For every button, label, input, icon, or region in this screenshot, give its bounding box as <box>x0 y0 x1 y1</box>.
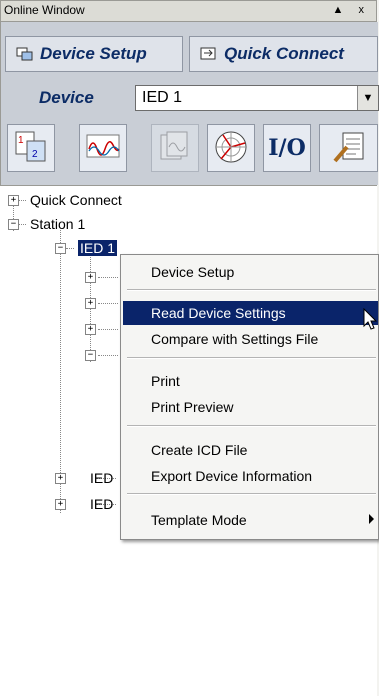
menu-item-device-setup[interactable]: Device Setup <box>123 260 378 284</box>
tree-connector <box>98 277 118 278</box>
collapse-toggle-station[interactable]: − <box>8 219 19 230</box>
window-controls[interactable]: ▲ x <box>333 4 370 16</box>
menu-item-print[interactable]: Print <box>123 369 378 393</box>
device-setup-icon <box>16 46 34 62</box>
svg-text:1: 1 <box>18 135 24 146</box>
svg-text:2: 2 <box>32 149 38 160</box>
chevron-down-icon[interactable]: ▼ <box>357 86 378 110</box>
quick-connect-label: Quick Connect <box>224 44 344 63</box>
quick-connect-button[interactable]: Quick Connect <box>189 36 378 72</box>
menu-item-label: Compare with Settings File <box>151 331 319 347</box>
tree-item-quick-connect[interactable]: Quick Connect <box>30 192 122 208</box>
toolbar-panel: Device Setup Quick Connect Device IED 1 … <box>0 22 379 185</box>
submenu-arrow-icon <box>369 514 374 524</box>
menu-separator <box>127 289 376 291</box>
settings-compare-icon: 12 <box>13 129 49 168</box>
menu-separator <box>127 493 376 495</box>
device-setup-button[interactable]: Device Setup <box>5 36 183 72</box>
window-titlebar: Online Window ▲ x <box>0 0 377 22</box>
document-button[interactable] <box>319 124 378 172</box>
device-label: Device <box>39 88 94 107</box>
expand-toggle-ied-b[interactable]: + <box>55 499 66 510</box>
device-row: Device IED 1 ▼ <box>1 82 379 116</box>
waveform-button[interactable] <box>79 124 127 172</box>
menu-item-label: Print Preview <box>151 399 234 415</box>
menu-item-export-device-information[interactable]: Export Device Information <box>123 464 378 488</box>
menu-item-read-device-settings[interactable]: Read Device Settings <box>123 301 378 325</box>
menu-item-label: Template Mode <box>151 512 247 528</box>
expand-toggle-child[interactable]: + <box>85 272 96 283</box>
device-setup-label: Device Setup <box>40 44 147 63</box>
tree-connector <box>98 329 118 330</box>
tree-connector <box>98 355 118 356</box>
tree-connector <box>98 303 118 304</box>
device-select-value: IED 1 <box>142 89 183 106</box>
tree-connector <box>18 224 26 225</box>
mouse-pointer-icon <box>363 307 379 332</box>
settings-compare-button[interactable]: 12 <box>7 124 55 172</box>
menu-item-label: Export Device Information <box>151 468 313 484</box>
menu-separator <box>127 425 376 427</box>
tree-connector <box>66 248 74 249</box>
expand-toggle-child[interactable]: + <box>85 324 96 335</box>
expand-toggle-child[interactable]: + <box>85 298 96 309</box>
quick-connect-icon <box>200 46 218 62</box>
menu-item-label: Read Device Settings <box>151 305 286 321</box>
menu-item-create-icd-file[interactable]: Create ICD File <box>123 438 378 462</box>
menu-separator <box>127 357 376 359</box>
menu-item-label: Device Setup <box>151 264 235 280</box>
tree-connector <box>18 200 26 201</box>
expand-toggle-quick-connect[interactable]: + <box>8 195 19 206</box>
expand-toggle-ied-a[interactable]: + <box>55 473 66 484</box>
menu-item-label: Create ICD File <box>151 442 248 458</box>
device-select[interactable]: IED 1 ▼ <box>135 85 379 111</box>
document-icon <box>331 129 367 168</box>
menu-item-template-mode[interactable]: Template Mode <box>123 508 378 532</box>
menu-item-label: Print <box>151 373 180 389</box>
tree-connector <box>60 230 61 513</box>
menu-item-compare-settings-file[interactable]: Compare with Settings File <box>123 327 378 351</box>
io-button[interactable]: I/O <box>263 124 311 172</box>
tree-item-ied-a[interactable]: IED <box>90 470 113 486</box>
menu-item-print-preview[interactable]: Print Preview <box>123 395 378 419</box>
phasor-button[interactable] <box>207 124 255 172</box>
waveform-icon <box>85 129 121 168</box>
tree-item-ied-b[interactable]: IED <box>90 496 113 512</box>
records-icon <box>157 129 193 168</box>
collapse-toggle-child[interactable]: − <box>85 350 96 361</box>
records-button[interactable] <box>151 124 199 172</box>
context-menu: Device Setup Read Device Settings Compar… <box>120 254 379 540</box>
window-title: Online Window <box>4 3 85 17</box>
tree-item-ied-1[interactable]: IED 1 <box>76 239 119 257</box>
collapse-toggle-ied-1[interactable]: − <box>55 243 66 254</box>
phasor-icon <box>213 129 249 168</box>
tree-item-station[interactable]: Station 1 <box>30 216 85 232</box>
io-icon: I/O <box>268 135 306 161</box>
